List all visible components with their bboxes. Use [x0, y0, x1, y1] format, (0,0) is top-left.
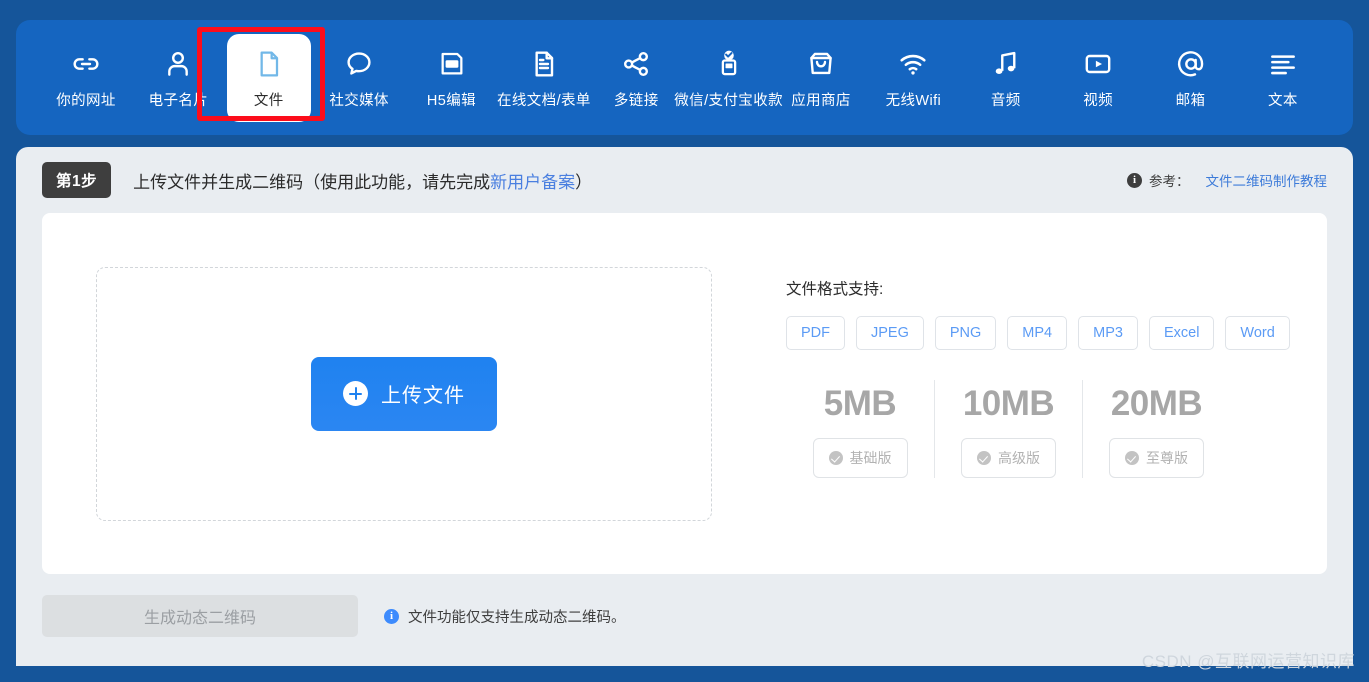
nav-item-email[interactable]: 邮箱 [1147, 34, 1235, 122]
chat-bubble-icon [343, 46, 375, 80]
nav-item-label: 电子名片 [148, 92, 209, 109]
file-dropzone[interactable]: 上传文件 [96, 266, 712, 521]
text-lines-icon [1267, 46, 1299, 80]
nav-item-business-card[interactable]: 电子名片 [134, 34, 222, 122]
tier-size: 20MB [1110, 384, 1203, 423]
nav-item-text[interactable]: 文本 [1239, 34, 1327, 122]
size-tier: 20MB 至尊版 [1082, 380, 1230, 478]
size-tier-list: 5MB 基础版 10MB 高级版 20MB 至尊版 [786, 380, 1290, 478]
format-chip[interactable]: MP4 [1007, 316, 1068, 350]
tutorial-link[interactable]: 文件二维码制作教程 [1206, 170, 1328, 190]
link-icon [70, 46, 102, 80]
nav-item-online-document[interactable]: 在线文档/表单 [496, 34, 591, 122]
nav-item-label: 应用商店 [791, 92, 851, 109]
music-note-icon [990, 46, 1022, 80]
nav-item-label: 视频 [1083, 92, 1114, 109]
step-badge: 第1步 [42, 162, 112, 198]
plus-icon [343, 381, 368, 406]
reference-label: 参考： [1149, 174, 1190, 189]
file-icon [253, 46, 285, 80]
format-chip[interactable]: JPEG [856, 316, 924, 350]
nav-item-label: H5编辑 [426, 92, 477, 109]
format-chip[interactable]: MP3 [1078, 316, 1138, 350]
footer-note-text: 文件功能仅支持生成动态二维码。 [408, 609, 626, 626]
at-sign-icon [1175, 46, 1207, 80]
format-chip-list: PDF JPEG PNG MP4 MP3 Excel Word [786, 316, 1290, 350]
nav-item-file[interactable]: 文件 [226, 33, 311, 122]
format-chip[interactable]: PNG [934, 316, 997, 350]
step-title-after: ） [575, 172, 593, 192]
check-circle-icon [828, 451, 843, 465]
step-title-before: 上传文件并生成二维码（使用此功能，请先完成 [133, 172, 491, 192]
nav-item-label: 在线文档/表单 [496, 92, 591, 109]
size-tier: 5MB 基础版 [786, 380, 934, 478]
nav-item-label: 音频 [990, 92, 1021, 109]
tier-plan-badge[interactable]: 高级版 [961, 438, 1056, 478]
page-title: 上传文件并生成二维码（使用此功能，请先完成新用户备案） [133, 168, 592, 193]
nav-item-label: 无线Wifi [885, 92, 942, 109]
nav-item-your-url[interactable]: 你的网址 [42, 34, 130, 122]
wifi-icon [897, 46, 929, 80]
html-icon [436, 46, 468, 80]
tier-size: 10MB [962, 384, 1055, 423]
tier-plan-badge[interactable]: 至尊版 [1109, 438, 1204, 478]
reference-block: i 参考： 文件二维码制作教程 [1127, 170, 1327, 190]
nav-item-label: 邮箱 [1175, 92, 1206, 109]
share-icon [620, 46, 652, 80]
format-chip[interactable]: Excel [1148, 316, 1215, 350]
nav-item-social-media[interactable]: 社交媒体 [315, 34, 403, 122]
format-info-column: 文件格式支持: PDF JPEG PNG MP4 MP3 Excel Word … [786, 277, 1290, 478]
footer-action-row: 生成动态二维码 i 文件功能仅支持生成动态二维码。 [42, 595, 1327, 637]
step-header-row: 第1步 上传文件并生成二维码（使用此功能，请先完成新用户备案） i 参考： 文件… [42, 147, 1327, 213]
store-bag-icon [805, 46, 837, 80]
watermark: CSDN @互联网运营知识库 [1141, 652, 1355, 671]
upload-file-button[interactable]: 上传文件 [311, 356, 497, 431]
nav-item-label: 文本 [1267, 92, 1298, 109]
check-circle-icon [977, 451, 991, 465]
document-icon [528, 46, 560, 80]
generate-dynamic-qr-button[interactable]: 生成动态二维码 [42, 595, 358, 637]
top-navigation-bar: 你的网址 电子名片 文件 社交媒体 H5编辑 在线文档/表单 多链接 微信/支付… [16, 20, 1353, 135]
formats-title: 文件格式支持: [786, 281, 884, 298]
upload-button-label: 上传文件 [381, 385, 465, 407]
nav-item-label: 微信/支付宝收款 [674, 92, 783, 109]
nav-item-multi-link[interactable]: 多链接 [592, 34, 680, 122]
nav-item-app-store[interactable]: 应用商店 [777, 34, 865, 122]
info-icon: i [1127, 172, 1142, 188]
info-icon: i [384, 608, 399, 624]
nav-item-label: 多链接 [613, 92, 659, 109]
nav-item-payment[interactable]: 微信/支付宝收款 [674, 34, 783, 122]
new-user-filing-link[interactable]: 新用户备案 [490, 173, 575, 192]
tier-plan-badge[interactable]: 基础版 [812, 438, 908, 478]
tier-plan-label: 高级版 [998, 450, 1040, 466]
video-play-icon [1082, 46, 1114, 80]
nav-item-label: 文件 [253, 92, 284, 109]
nav-item-label: 社交媒体 [329, 92, 389, 109]
format-chip[interactable]: Word [1225, 316, 1290, 350]
footer-note: i 文件功能仅支持生成动态二维码。 [384, 606, 626, 627]
nav-item-wifi[interactable]: 无线Wifi [869, 34, 957, 122]
nav-item-audio[interactable]: 音频 [962, 34, 1050, 122]
nav-item-h5-editor[interactable]: H5编辑 [408, 34, 496, 122]
nav-item-video[interactable]: 视频 [1054, 34, 1142, 122]
upload-panel: 上传文件 文件格式支持: PDF JPEG PNG MP4 MP3 Excel … [42, 213, 1327, 574]
tier-plan-label: 至尊版 [1146, 450, 1188, 466]
format-chip[interactable]: PDF [786, 316, 845, 350]
content-card: 第1步 上传文件并生成二维码（使用此功能，请先完成新用户备案） i 参考： 文件… [16, 147, 1353, 666]
person-icon [162, 46, 194, 80]
tier-plan-label: 基础版 [849, 450, 892, 466]
tier-size: 5MB [823, 384, 897, 423]
size-tier: 10MB 高级版 [934, 380, 1082, 478]
check-circle-icon [1125, 451, 1139, 465]
nav-item-label: 你的网址 [56, 92, 116, 109]
payment-icon [713, 46, 745, 80]
